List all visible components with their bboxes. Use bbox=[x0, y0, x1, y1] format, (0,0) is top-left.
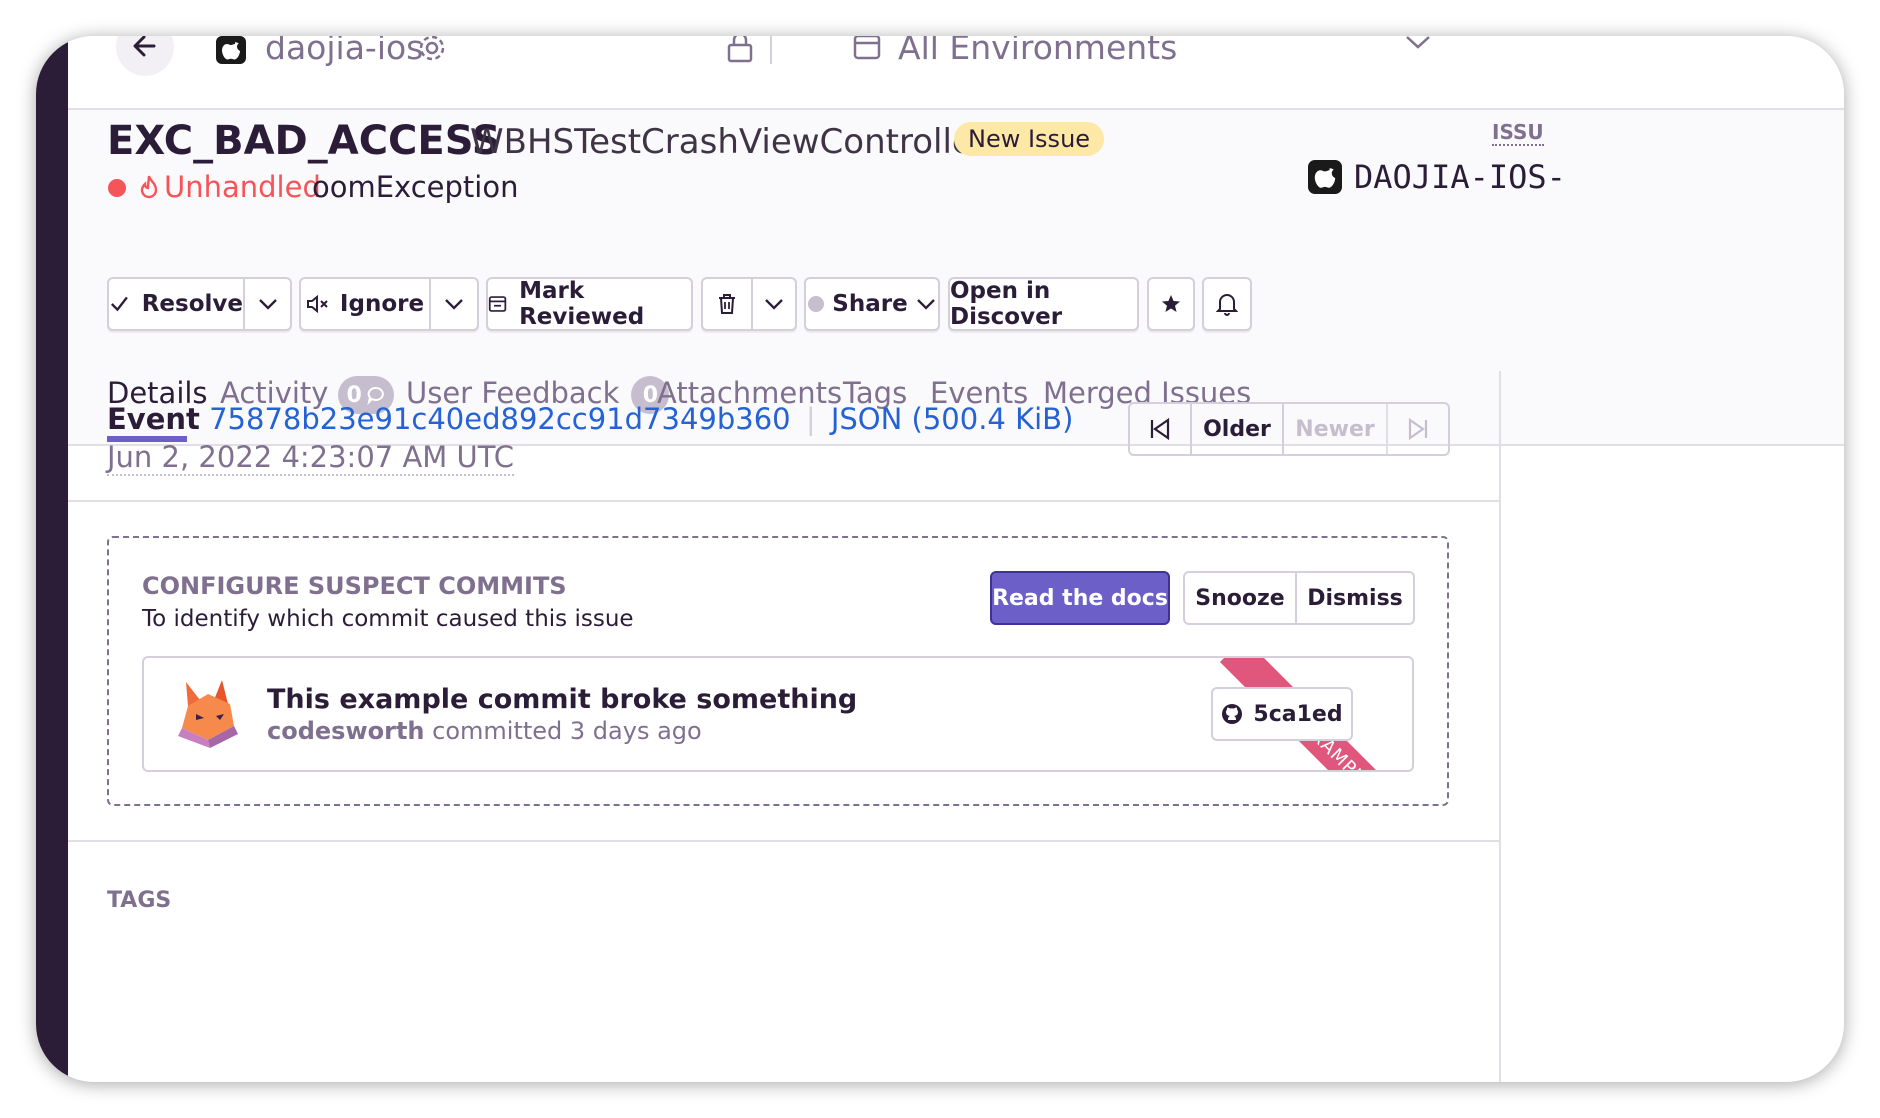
share-status-dot bbox=[808, 296, 825, 312]
bell-icon bbox=[1216, 294, 1238, 316]
share-label: Share bbox=[832, 291, 908, 317]
project-name[interactable]: daojia-ios bbox=[265, 36, 423, 67]
newer-button[interactable]: Newer bbox=[1284, 404, 1388, 454]
issue-title: EXC_BAD_ACCESS bbox=[107, 118, 501, 164]
star-icon bbox=[1162, 295, 1180, 312]
section-divider bbox=[68, 500, 1499, 502]
error-level-dot bbox=[108, 179, 126, 197]
event-timestamp: Jun 2, 2022 4:23:07 AM UTC bbox=[107, 440, 515, 476]
trash-icon bbox=[719, 294, 735, 314]
lock-icon[interactable] bbox=[726, 36, 754, 68]
top-bar: daojia-ios All Environments bbox=[68, 36, 1844, 110]
suspect-commits-heading: CONFIGURE SUSPECT COMMITS bbox=[142, 572, 567, 600]
chevron-down-icon[interactable] bbox=[1404, 36, 1432, 56]
delete-dropdown[interactable] bbox=[751, 279, 795, 329]
apple-platform-icon bbox=[216, 36, 246, 64]
event-navigation: Older Newer bbox=[1128, 402, 1450, 456]
chevron-down-icon bbox=[765, 299, 783, 310]
skip-last-icon bbox=[1408, 417, 1428, 441]
issue-subtitle: WBHSTestCrashViewController bbox=[470, 122, 987, 162]
event-id-row: Event 75878b23e91c40ed892cc91d7349b360 |… bbox=[107, 402, 1073, 436]
read-docs-button[interactable]: Read the docs bbox=[990, 571, 1170, 625]
project-slug[interactable]: DAOJIA-IOS- bbox=[1354, 158, 1566, 196]
resolve-button[interactable]: Resolve bbox=[109, 279, 243, 329]
resolve-button-group: Resolve bbox=[107, 277, 292, 331]
exception-type: oomException bbox=[312, 170, 519, 204]
flame-icon bbox=[138, 174, 160, 204]
check-icon bbox=[110, 296, 128, 312]
delete-button[interactable] bbox=[703, 279, 751, 329]
commit-hash: 5ca1ed bbox=[1253, 701, 1343, 727]
mute-icon bbox=[306, 294, 328, 314]
calendar-icon bbox=[852, 36, 882, 66]
event-id-link[interactable]: 75878b23e91c40ed892cc91d7349b360 bbox=[209, 402, 791, 436]
back-arrow-icon bbox=[133, 36, 156, 57]
snooze-dismiss-group: Snooze Dismiss bbox=[1183, 571, 1415, 625]
ignore-dropdown[interactable] bbox=[429, 279, 477, 329]
chevron-down-icon bbox=[916, 299, 935, 310]
chevron-down-icon bbox=[258, 299, 277, 310]
older-button[interactable]: Older bbox=[1192, 404, 1284, 454]
chevron-down-icon bbox=[445, 299, 463, 310]
environment-selector[interactable]: All Environments bbox=[898, 36, 1177, 67]
mark-reviewed-label: Mark Reviewed bbox=[519, 278, 645, 330]
divider bbox=[770, 36, 772, 64]
back-button[interactable] bbox=[116, 36, 174, 76]
apple-project-icon bbox=[1308, 160, 1342, 194]
issue-label: ISSU bbox=[1492, 120, 1544, 146]
sidebar-edge bbox=[36, 36, 68, 1082]
oldest-button[interactable] bbox=[1130, 404, 1192, 454]
json-link[interactable]: JSON (500.4 KiB) bbox=[831, 402, 1074, 436]
archive-icon bbox=[488, 296, 507, 312]
ignore-button[interactable]: Ignore bbox=[301, 279, 429, 329]
unhandled-label: Unhandled bbox=[164, 170, 321, 204]
bookmark-button[interactable] bbox=[1147, 277, 1195, 331]
subscribe-button[interactable] bbox=[1202, 277, 1252, 331]
tags-heading: TAGS bbox=[107, 888, 172, 913]
commit-message: This example commit broke something bbox=[267, 684, 858, 715]
commit-time: committed 3 days ago bbox=[432, 717, 702, 745]
open-in-discover-button[interactable]: Open in Discover bbox=[948, 277, 1139, 331]
resolve-dropdown[interactable] bbox=[243, 279, 290, 329]
section-divider bbox=[68, 840, 1499, 842]
column-divider bbox=[1499, 371, 1501, 1082]
fox-avatar-icon bbox=[174, 676, 242, 752]
gear-icon[interactable] bbox=[418, 36, 446, 66]
ignore-button-group: Ignore bbox=[299, 277, 479, 331]
dismiss-button[interactable]: Dismiss bbox=[1297, 573, 1413, 623]
commit-author: codesworth bbox=[267, 717, 425, 745]
separator: | bbox=[805, 402, 816, 436]
commit-hash-button[interactable]: 5ca1ed bbox=[1211, 687, 1353, 741]
skip-first-icon bbox=[1150, 417, 1170, 441]
github-icon bbox=[1222, 704, 1243, 724]
suspect-commits-subheading: To identify which commit caused this iss… bbox=[142, 606, 634, 632]
event-label: Event bbox=[107, 402, 200, 436]
app-window: daojia-ios All Environments EXC_BAD_ACCE… bbox=[36, 36, 1844, 1082]
delete-button-group bbox=[701, 277, 797, 331]
new-issue-badge: New Issue bbox=[954, 122, 1105, 156]
resolve-label: Resolve bbox=[141, 291, 243, 317]
snooze-button[interactable]: Snooze bbox=[1185, 573, 1297, 623]
newest-button[interactable] bbox=[1388, 404, 1448, 454]
commit-meta: codesworth committed 3 days ago bbox=[267, 717, 702, 745]
ignore-label: Ignore bbox=[339, 291, 425, 317]
mark-reviewed-button[interactable]: Mark Reviewed bbox=[486, 277, 693, 331]
share-button[interactable]: Share bbox=[804, 277, 940, 331]
